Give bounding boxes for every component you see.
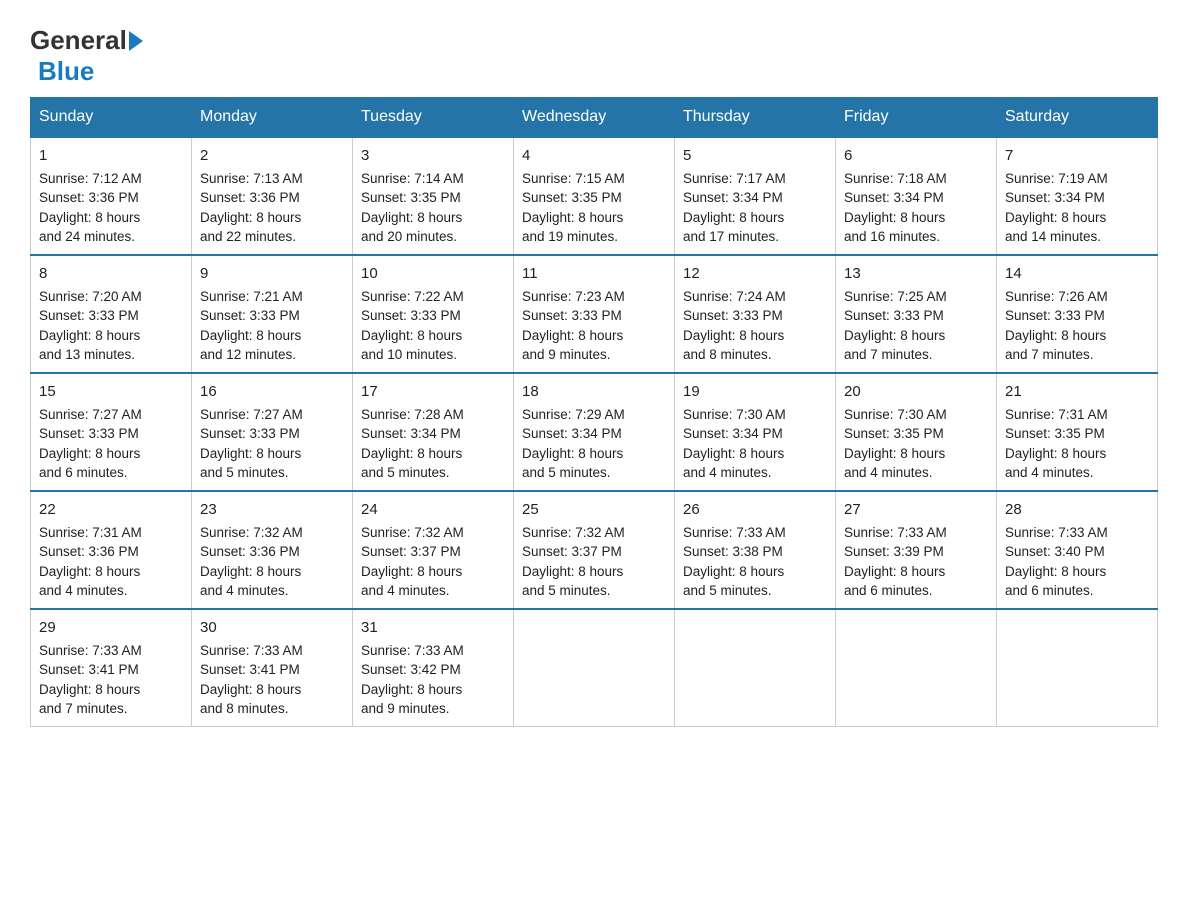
calendar-cell: 7Sunrise: 7:19 AMSunset: 3:34 PMDaylight… xyxy=(997,137,1158,255)
calendar-cell: 28Sunrise: 7:33 AMSunset: 3:40 PMDayligh… xyxy=(997,491,1158,609)
calendar-cell: 30Sunrise: 7:33 AMSunset: 3:41 PMDayligh… xyxy=(192,609,353,727)
day-number: 1 xyxy=(39,145,183,167)
day-number: 22 xyxy=(39,499,183,521)
day-header-thursday: Thursday xyxy=(675,98,836,138)
day-number: 31 xyxy=(361,617,505,639)
logo-general: General xyxy=(30,25,127,56)
day-number: 17 xyxy=(361,381,505,403)
day-number: 16 xyxy=(200,381,344,403)
calendar-cell: 15Sunrise: 7:27 AMSunset: 3:33 PMDayligh… xyxy=(31,373,192,491)
day-number: 28 xyxy=(1005,499,1149,521)
logo-blue: Blue xyxy=(38,56,94,87)
calendar-cell: 11Sunrise: 7:23 AMSunset: 3:33 PMDayligh… xyxy=(514,255,675,373)
day-number: 26 xyxy=(683,499,827,521)
calendar-cell: 3Sunrise: 7:14 AMSunset: 3:35 PMDaylight… xyxy=(353,137,514,255)
calendar-cell: 22Sunrise: 7:31 AMSunset: 3:36 PMDayligh… xyxy=(31,491,192,609)
calendar-cell: 31Sunrise: 7:33 AMSunset: 3:42 PMDayligh… xyxy=(353,609,514,727)
day-header-wednesday: Wednesday xyxy=(514,98,675,138)
calendar-week-2: 8Sunrise: 7:20 AMSunset: 3:33 PMDaylight… xyxy=(31,255,1158,373)
day-number: 20 xyxy=(844,381,988,403)
day-header-friday: Friday xyxy=(836,98,997,138)
calendar-table: SundayMondayTuesdayWednesdayThursdayFrid… xyxy=(30,97,1158,727)
day-number: 27 xyxy=(844,499,988,521)
calendar-cell: 12Sunrise: 7:24 AMSunset: 3:33 PMDayligh… xyxy=(675,255,836,373)
calendar-cell: 5Sunrise: 7:17 AMSunset: 3:34 PMDaylight… xyxy=(675,137,836,255)
calendar-week-3: 15Sunrise: 7:27 AMSunset: 3:33 PMDayligh… xyxy=(31,373,1158,491)
day-number: 15 xyxy=(39,381,183,403)
day-number: 30 xyxy=(200,617,344,639)
day-number: 10 xyxy=(361,263,505,285)
day-number: 25 xyxy=(522,499,666,521)
day-number: 3 xyxy=(361,145,505,167)
day-number: 4 xyxy=(522,145,666,167)
calendar-cell: 27Sunrise: 7:33 AMSunset: 3:39 PMDayligh… xyxy=(836,491,997,609)
calendar-cell: 23Sunrise: 7:32 AMSunset: 3:36 PMDayligh… xyxy=(192,491,353,609)
day-number: 6 xyxy=(844,145,988,167)
day-number: 9 xyxy=(200,263,344,285)
calendar-cell: 14Sunrise: 7:26 AMSunset: 3:33 PMDayligh… xyxy=(997,255,1158,373)
calendar-cell: 16Sunrise: 7:27 AMSunset: 3:33 PMDayligh… xyxy=(192,373,353,491)
day-number: 21 xyxy=(1005,381,1149,403)
calendar-cell xyxy=(836,609,997,727)
calendar-cell: 13Sunrise: 7:25 AMSunset: 3:33 PMDayligh… xyxy=(836,255,997,373)
calendar-cell xyxy=(997,609,1158,727)
calendar-cell: 6Sunrise: 7:18 AMSunset: 3:34 PMDaylight… xyxy=(836,137,997,255)
calendar-cell xyxy=(675,609,836,727)
day-number: 2 xyxy=(200,145,344,167)
day-number: 18 xyxy=(522,381,666,403)
day-header-monday: Monday xyxy=(192,98,353,138)
calendar-cell: 1Sunrise: 7:12 AMSunset: 3:36 PMDaylight… xyxy=(31,137,192,255)
days-header-row: SundayMondayTuesdayWednesdayThursdayFrid… xyxy=(31,98,1158,138)
day-number: 5 xyxy=(683,145,827,167)
calendar-cell: 10Sunrise: 7:22 AMSunset: 3:33 PMDayligh… xyxy=(353,255,514,373)
calendar-cell: 2Sunrise: 7:13 AMSunset: 3:36 PMDaylight… xyxy=(192,137,353,255)
day-number: 11 xyxy=(522,263,666,285)
calendar-cell: 21Sunrise: 7:31 AMSunset: 3:35 PMDayligh… xyxy=(997,373,1158,491)
page-header: General Blue xyxy=(30,20,1158,87)
calendar-cell: 29Sunrise: 7:33 AMSunset: 3:41 PMDayligh… xyxy=(31,609,192,727)
calendar-cell: 26Sunrise: 7:33 AMSunset: 3:38 PMDayligh… xyxy=(675,491,836,609)
day-header-saturday: Saturday xyxy=(997,98,1158,138)
calendar-cell: 24Sunrise: 7:32 AMSunset: 3:37 PMDayligh… xyxy=(353,491,514,609)
day-number: 13 xyxy=(844,263,988,285)
calendar-cell: 18Sunrise: 7:29 AMSunset: 3:34 PMDayligh… xyxy=(514,373,675,491)
logo: General Blue xyxy=(30,20,145,87)
calendar-cell: 9Sunrise: 7:21 AMSunset: 3:33 PMDaylight… xyxy=(192,255,353,373)
day-header-tuesday: Tuesday xyxy=(353,98,514,138)
calendar-cell xyxy=(514,609,675,727)
day-number: 23 xyxy=(200,499,344,521)
calendar-cell: 19Sunrise: 7:30 AMSunset: 3:34 PMDayligh… xyxy=(675,373,836,491)
day-number: 19 xyxy=(683,381,827,403)
day-header-sunday: Sunday xyxy=(31,98,192,138)
day-number: 7 xyxy=(1005,145,1149,167)
calendar-cell: 4Sunrise: 7:15 AMSunset: 3:35 PMDaylight… xyxy=(514,137,675,255)
calendar-week-1: 1Sunrise: 7:12 AMSunset: 3:36 PMDaylight… xyxy=(31,137,1158,255)
day-number: 12 xyxy=(683,263,827,285)
day-number: 14 xyxy=(1005,263,1149,285)
calendar-cell: 17Sunrise: 7:28 AMSunset: 3:34 PMDayligh… xyxy=(353,373,514,491)
calendar-week-5: 29Sunrise: 7:33 AMSunset: 3:41 PMDayligh… xyxy=(31,609,1158,727)
day-number: 29 xyxy=(39,617,183,639)
calendar-cell: 20Sunrise: 7:30 AMSunset: 3:35 PMDayligh… xyxy=(836,373,997,491)
calendar-cell: 8Sunrise: 7:20 AMSunset: 3:33 PMDaylight… xyxy=(31,255,192,373)
day-number: 8 xyxy=(39,263,183,285)
calendar-week-4: 22Sunrise: 7:31 AMSunset: 3:36 PMDayligh… xyxy=(31,491,1158,609)
logo-arrow-icon xyxy=(129,31,143,51)
calendar-cell: 25Sunrise: 7:32 AMSunset: 3:37 PMDayligh… xyxy=(514,491,675,609)
day-number: 24 xyxy=(361,499,505,521)
